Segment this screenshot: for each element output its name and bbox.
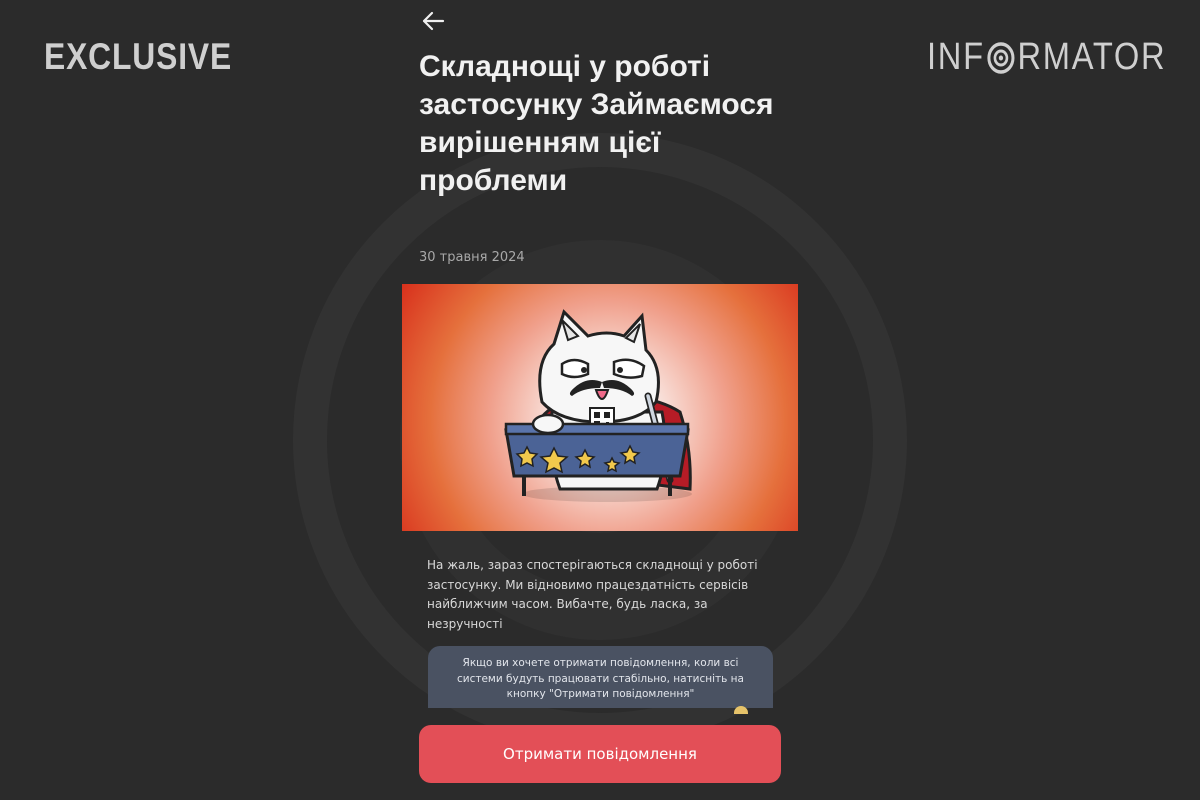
arrow-left-icon (422, 11, 445, 31)
page-title: Складнощі у роботі застосунку Займаємося… (419, 50, 774, 197)
app-screen: Складнощі у роботі застосунку Займаємося… (400, 0, 800, 800)
logo-text-suffix: RMATOR (1017, 36, 1166, 78)
cat-mascot-illustration (504, 309, 692, 502)
informator-logo: INF RMATOR (927, 36, 1166, 79)
logo-text-prefix: INF (926, 36, 985, 78)
exclusive-label: EXCLUSIVE (44, 36, 233, 77)
emoji-peek-icon (734, 706, 748, 714)
back-button[interactable] (418, 8, 448, 34)
body-text: На жаль, зараз спостерігаються складнощі… (427, 558, 758, 631)
hero-image (402, 284, 798, 531)
notification-notice: Якщо ви хочете отримати повідомлення, ко… (428, 646, 773, 708)
logo-eye-icon (987, 41, 1015, 74)
publish-date: 30 травня 2024 (419, 250, 525, 265)
get-notification-button[interactable]: Отримати повідомлення (419, 725, 781, 783)
